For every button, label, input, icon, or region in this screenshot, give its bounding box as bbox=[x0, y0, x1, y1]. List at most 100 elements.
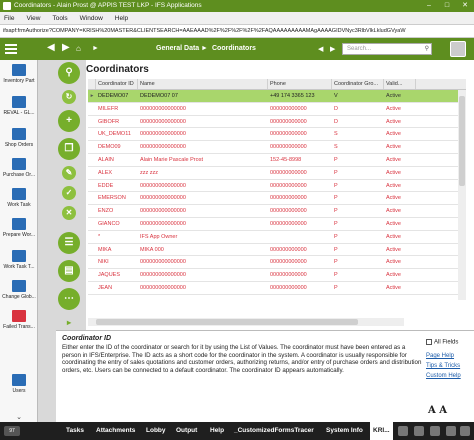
cell-name[interactable]: DEDEMO07 07 bbox=[138, 90, 268, 102]
cancel-icon[interactable]: ✕ bbox=[62, 206, 76, 220]
cell-name[interactable]: 000000000000000 bbox=[138, 205, 268, 217]
cell-coordinator-group[interactable]: P bbox=[332, 282, 384, 294]
table-row[interactable]: ENZO 000000000000000 000000000000 P Active bbox=[88, 205, 466, 218]
address-bar[interactable]: ifsapf:frmAuthorize?COMPANY=KRISH%20MAST… bbox=[0, 24, 474, 38]
cell-name[interactable]: 000000000000000 bbox=[138, 282, 268, 294]
column-header-phone[interactable]: Phone bbox=[268, 79, 332, 89]
nav-item-work-task[interactable]: Work Task bbox=[0, 188, 38, 208]
detail-view-icon[interactable]: ☰ bbox=[58, 232, 80, 254]
scrollbar-thumb[interactable] bbox=[96, 319, 358, 325]
nav-item-work-task-template[interactable]: Work Task T... bbox=[0, 250, 38, 270]
table-row[interactable]: ALAIN Alain Marie Pascale Prost 152-45-899… bbox=[88, 154, 466, 167]
cell-name[interactable]: Alain Marie Pascale Prost bbox=[138, 154, 268, 166]
notifications-icon[interactable] bbox=[398, 426, 408, 436]
font-size-control[interactable]: A A bbox=[428, 405, 447, 416]
taskbar-help[interactable]: Help bbox=[210, 422, 224, 440]
cell-validity[interactable]: Active bbox=[384, 244, 416, 256]
hamburger-menu-icon[interactable] bbox=[5, 44, 17, 54]
cell-validity[interactable]: Active bbox=[384, 269, 416, 281]
cell-phone[interactable]: 000000000000 bbox=[268, 103, 332, 115]
menu-file[interactable]: File bbox=[4, 15, 14, 22]
cell-phone[interactable]: 152-45-8998 bbox=[268, 154, 332, 166]
duplicate-icon[interactable]: ❐ bbox=[58, 138, 80, 160]
new-record-icon[interactable]: + bbox=[58, 110, 80, 132]
cell-phone[interactable]: 000000000000 bbox=[268, 282, 332, 294]
cell-coordinator-id[interactable]: MILEFR bbox=[96, 103, 138, 115]
table-row[interactable]: MILEFR 000000000000000 000000000000 D Active bbox=[88, 103, 466, 116]
custom-help-link[interactable]: Custom Help bbox=[426, 373, 461, 379]
maximize-button[interactable]: □ bbox=[438, 0, 456, 12]
taskbar-output[interactable]: Output bbox=[176, 422, 197, 440]
cell-coordinator-group[interactable]: P bbox=[332, 256, 384, 268]
cell-validity[interactable]: Active bbox=[384, 231, 416, 243]
streams-icon[interactable] bbox=[414, 426, 424, 436]
cell-coordinator-group[interactable]: P bbox=[332, 218, 384, 230]
close-button[interactable]: ✕ bbox=[456, 0, 474, 12]
attachment-icon[interactable]: ▤ bbox=[58, 260, 80, 282]
vertical-scrollbar[interactable] bbox=[458, 90, 466, 300]
menu-tools[interactable]: Tools bbox=[52, 15, 67, 22]
table-row[interactable]: GIBOFR 000000000000000 000000000000 D Active bbox=[88, 116, 466, 129]
cell-coordinator-group[interactable]: P bbox=[332, 167, 384, 179]
cell-phone[interactable] bbox=[268, 231, 332, 243]
cell-validity[interactable]: Active bbox=[384, 116, 416, 128]
table-row[interactable]: DEMO09 000000000000000 000000000000 S Active bbox=[88, 141, 466, 154]
cell-coordinator-group[interactable]: S bbox=[332, 141, 384, 153]
breadcrumb-general-data[interactable]: General Data bbox=[156, 38, 199, 60]
table-row[interactable]: EDDE 000000000000000 000000000000 P Active bbox=[88, 180, 466, 193]
cell-phone[interactable]: 000000000000 bbox=[268, 180, 332, 192]
nav-item-prepare-work[interactable]: Prepare Wor... bbox=[0, 218, 38, 238]
cell-coordinator-id[interactable]: JEAN bbox=[96, 282, 138, 294]
taskbar-lobby[interactable]: Lobby bbox=[146, 422, 166, 440]
cell-phone[interactable]: 000000000000 bbox=[268, 128, 332, 140]
taskbar-customized-forms-tracer[interactable]: _CustomizedFormsTracer bbox=[234, 422, 314, 440]
cell-name[interactable]: 000000000000000 bbox=[138, 269, 268, 281]
table-row[interactable]: JEAN 000000000000000 000000000000 P Active bbox=[88, 282, 466, 295]
home-icon[interactable]: ⌂ bbox=[76, 44, 81, 53]
cell-name[interactable]: IFS App Owner bbox=[138, 231, 268, 243]
cell-coordinator-id[interactable]: UK_DEMO11 bbox=[96, 128, 138, 140]
next-page-icon[interactable]: ▶ bbox=[330, 45, 335, 53]
horizontal-scrollbar[interactable] bbox=[88, 318, 404, 326]
page-help-link[interactable]: Page Help bbox=[426, 353, 454, 359]
cell-coordinator-id[interactable]: MIKA bbox=[96, 244, 138, 256]
cell-coordinator-id[interactable]: NIKI bbox=[96, 256, 138, 268]
table-row[interactable]: MIKA MIKA 000 000000000000 P Active bbox=[88, 244, 466, 257]
cell-name[interactable]: zzz zzz bbox=[138, 167, 268, 179]
cell-phone[interactable]: 000000000000 bbox=[268, 256, 332, 268]
table-row[interactable]: NIKI 000000000000000 000000000000 P Active bbox=[88, 256, 466, 270]
taskbar-attachments[interactable]: Attachments bbox=[96, 422, 135, 440]
expand-icon[interactable] bbox=[460, 426, 470, 436]
cell-coordinator-group[interactable]: P bbox=[332, 154, 384, 166]
cell-validity[interactable]: Active bbox=[384, 141, 416, 153]
cell-coordinator-group[interactable]: P bbox=[332, 244, 384, 256]
nav-item-change-global[interactable]: Change Glob... bbox=[0, 280, 38, 300]
minimize-button[interactable]: – bbox=[420, 0, 438, 12]
cell-phone[interactable]: 000000000000 bbox=[268, 218, 332, 230]
table-row[interactable]: ALEX zzz zzz 000000000000 P Active bbox=[88, 167, 466, 180]
cell-coordinator-id[interactable]: ENZO bbox=[96, 205, 138, 217]
previous-page-icon[interactable]: ◀ bbox=[318, 45, 323, 53]
cell-name[interactable]: 000000000000000 bbox=[138, 218, 268, 230]
cell-name[interactable]: MIKA 000 bbox=[138, 244, 268, 256]
nav-item-purchase-order[interactable]: Purchase Or... bbox=[0, 158, 38, 178]
chat-icon[interactable] bbox=[446, 426, 456, 436]
column-header-validity[interactable]: Valid... bbox=[384, 79, 416, 89]
cell-phone[interactable]: +49 174 3365 123 bbox=[268, 90, 332, 102]
cell-coordinator-id[interactable]: GIBOFR bbox=[96, 116, 138, 128]
cell-validity[interactable]: Active bbox=[384, 167, 416, 179]
table-row[interactable]: * IFS App Owner P Active bbox=[88, 231, 466, 244]
cell-validity[interactable]: Active bbox=[384, 256, 416, 268]
cell-name[interactable]: 000000000000000 bbox=[138, 141, 268, 153]
cell-coordinator-id[interactable]: JAQUES bbox=[96, 269, 138, 281]
cell-coordinator-group[interactable]: P bbox=[332, 192, 384, 204]
nav-item-shop-orders[interactable]: Shop Orders bbox=[0, 128, 38, 148]
table-row[interactable]: UK_DEMO11 000000000000000 000000000000 S Act… bbox=[88, 128, 466, 142]
column-header-coordinator-group[interactable]: Coordinator Gro... bbox=[332, 79, 384, 89]
cell-validity[interactable]: Active bbox=[384, 282, 416, 294]
user-avatar[interactable] bbox=[450, 41, 466, 57]
table-row[interactable]: GIANCO 000000000000000 000000000000 P Active bbox=[88, 218, 466, 231]
nav-item-failed-transactions[interactable]: Failed Trans... bbox=[0, 310, 38, 330]
table-row[interactable]: ▸ DEDEMO07 DEDEMO07 07 +49 174 3365 123 V Act… bbox=[88, 90, 466, 103]
cell-coordinator-group[interactable]: P bbox=[332, 180, 384, 192]
